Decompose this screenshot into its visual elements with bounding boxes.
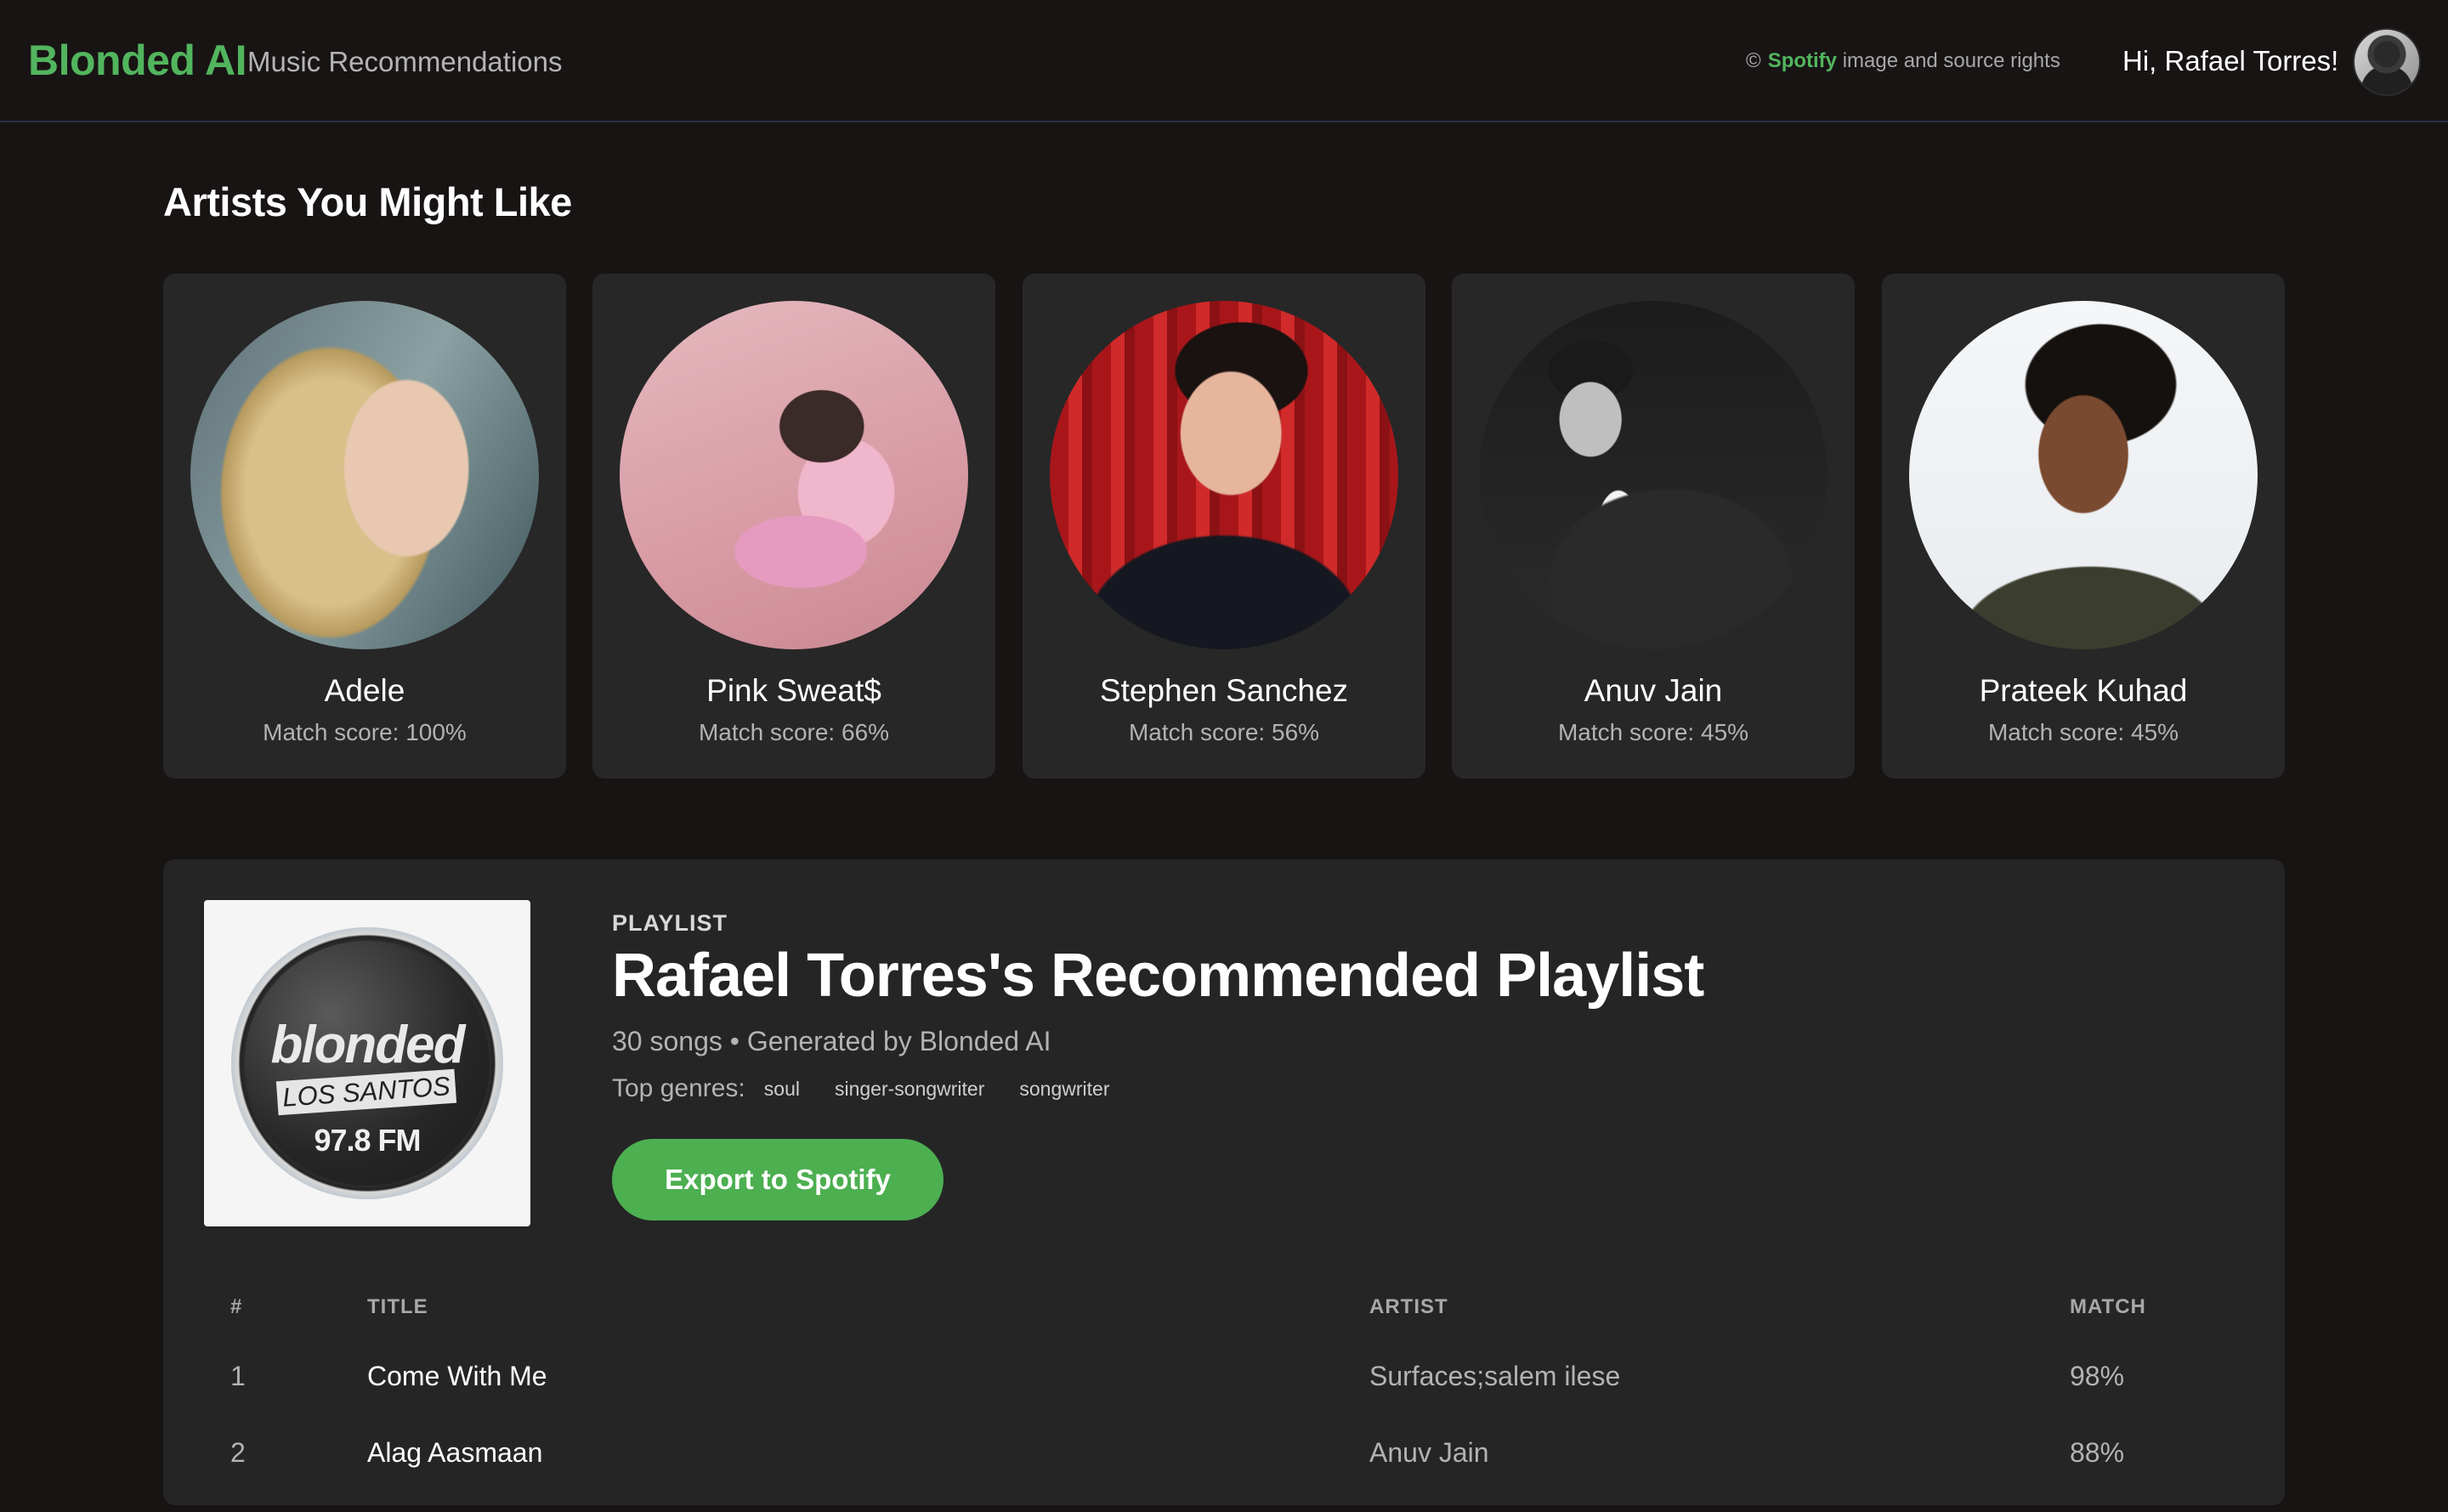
track-title: Alag Aasmaan	[367, 1437, 543, 1468]
track-number: 2	[230, 1437, 246, 1468]
artist-photo	[620, 301, 968, 649]
artist-name: Anuv Jain	[1584, 673, 1723, 708]
match-score: Match score: 56%	[1128, 719, 1320, 745]
artist-photo	[1050, 301, 1398, 649]
track-title: Come With Me	[367, 1361, 547, 1391]
track-artist: Surfaces;salem ilese	[1369, 1361, 1621, 1391]
track-number: 1	[230, 1361, 246, 1391]
genre-tag: singer-songwriter	[834, 1077, 985, 1100]
artist-name: Adele	[324, 673, 405, 708]
artist-name: Pink Sweat$	[706, 673, 881, 708]
spotify-label: Spotify	[1767, 49, 1838, 72]
table-row[interactable]: 2 Alag Aasmaan Anuv Jain 88%	[163, 1437, 2285, 1512]
track-artist: Anuv Jain	[1369, 1437, 1489, 1468]
track-match: 98%	[2070, 1361, 2125, 1391]
match-score: Match score: 100%	[263, 719, 467, 745]
rights-text: image and source rights	[1842, 49, 2060, 72]
table-row[interactable]: 1 Come With Me Surfaces;salem ilese 98%	[163, 1361, 2285, 1436]
genre-tag: soul	[763, 1077, 800, 1100]
artist-name: Prateek Kuhad	[1979, 673, 2188, 708]
playlist-meta: 30 songs • Generated by Blonded AI	[612, 1026, 1051, 1056]
rights-notice: © Spotify image and source rights	[1746, 49, 2060, 73]
track-match: 88%	[2070, 1437, 2125, 1468]
export-to-spotify-button[interactable]: Export to Spotify	[612, 1139, 944, 1220]
artist-photo	[190, 301, 539, 649]
match-score: Match score: 45%	[1557, 719, 1749, 745]
top-bar: Blonded AI Music Recommendations © Spotif…	[0, 0, 2448, 122]
column-header-match[interactable]: MATCH	[2070, 1295, 2146, 1319]
top-genres: Top genres: soul singer-songwriter songw…	[612, 1074, 1110, 1103]
genre-tag: songwriter	[1019, 1077, 1110, 1100]
artist-photo	[1479, 301, 1828, 649]
artist-cards: Adele Match score: 100% Pink Sweat$ Matc…	[163, 274, 2285, 779]
artist-card[interactable]: Anuv Jain Match score: 45%	[1452, 274, 1855, 779]
copyright-icon: ©	[1746, 49, 1761, 72]
genres-label: Top genres:	[612, 1074, 745, 1102]
playlist-title: Rafael Torres's Recommended Playlist	[612, 942, 1704, 1010]
artist-photo	[1909, 301, 2258, 649]
column-header-number: #	[230, 1295, 243, 1318]
brand-subtitle: Music Recommendations	[247, 46, 563, 77]
artist-card[interactable]: Pink Sweat$ Match score: 66%	[592, 274, 995, 779]
playlist-panel: blonded LOS SANTOS 97.8 FM PLAYLIST Rafa…	[163, 859, 2285, 1505]
artists-section-title: Artists You Might Like	[163, 179, 572, 224]
artist-name: Stephen Sanchez	[1099, 673, 1349, 708]
cover-disc: blonded LOS SANTOS 97.8 FM	[231, 927, 503, 1199]
artist-card[interactable]: Stephen Sanchez Match score: 56%	[1023, 274, 1425, 779]
playlist-cover: blonded LOS SANTOS 97.8 FM	[204, 900, 530, 1226]
column-header-artist[interactable]: ARTIST	[1369, 1295, 1448, 1319]
artist-card[interactable]: Adele Match score: 100%	[163, 274, 566, 779]
match-score: Match score: 45%	[1987, 719, 2179, 745]
avatar[interactable]	[2353, 28, 2421, 96]
playlist-label: PLAYLIST	[612, 910, 728, 936]
cover-frequency: 97.8 FM	[314, 1123, 421, 1158]
cover-title: blonded	[270, 1016, 465, 1074]
match-score: Match score: 66%	[698, 719, 890, 745]
column-header-title[interactable]: TITLE	[367, 1295, 428, 1319]
artist-card[interactable]: Prateek Kuhad Match score: 45%	[1882, 274, 2285, 779]
brand-logo[interactable]: Blonded AI	[28, 36, 247, 85]
user-greeting: Hi, Rafael Torres!	[2122, 45, 2339, 76]
